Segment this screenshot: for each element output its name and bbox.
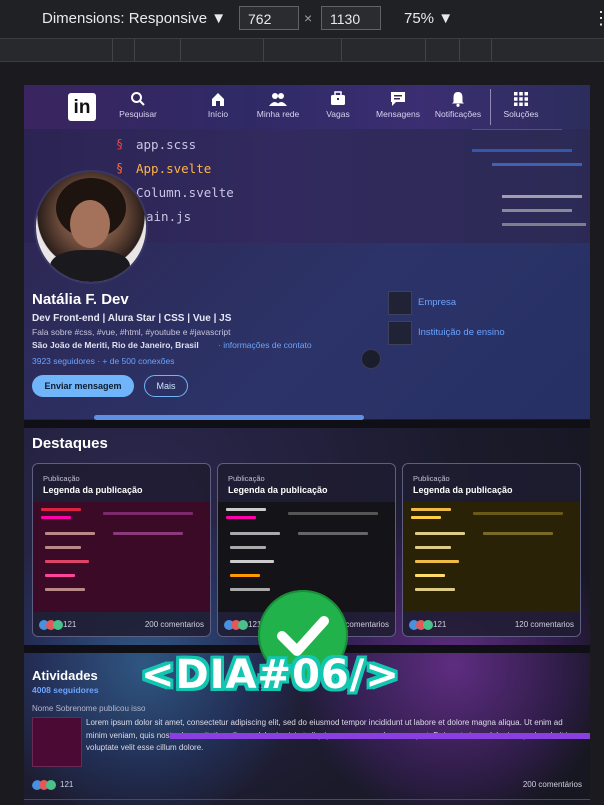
section-divider <box>24 799 590 800</box>
profile-location: São João de Meriti, Rio de Janeiro, Bras… <box>32 340 199 350</box>
sass-file-icon: § <box>116 137 124 151</box>
grid-icon <box>514 92 528 106</box>
width-input[interactable]: 762 <box>239 6 299 30</box>
accent-bar <box>170 733 590 739</box>
reaction-count: 121 <box>433 620 447 629</box>
comment-count[interactable]: 200 comentários <box>523 780 582 789</box>
status-dot <box>361 349 381 369</box>
linkedin-logo[interactable]: in <box>68 93 96 121</box>
school-link[interactable]: Instituição de ensino <box>388 321 528 345</box>
profile-headline: Dev Front-end | Alura Star | CSS | Vue |… <box>32 313 232 324</box>
school-logo <box>388 321 412 345</box>
nav-item-messages[interactable]: Mensagens <box>368 91 428 119</box>
nav-item-label: Mensagens <box>376 109 420 119</box>
zoom-dropdown[interactable]: 75% ▼ <box>404 10 453 27</box>
height-input[interactable]: 1130 <box>321 6 381 30</box>
comment-count[interactable]: 200 comentarios <box>145 620 204 629</box>
card-caption: Legenda da publicação <box>43 485 143 495</box>
nav-item-notifications[interactable]: Notificações <box>428 91 488 119</box>
activities-followers[interactable]: 4008 seguidores <box>32 685 99 695</box>
more-button[interactable]: Mais <box>144 375 188 397</box>
cover-file-name: App.svelte <box>136 161 212 176</box>
highlight-card[interactable]: Publicação Legenda da publicação 121 120… <box>402 463 581 637</box>
svelte-file-icon: § <box>116 161 124 175</box>
devtools-toolbar: Dimensions: Responsive ▼ 762 × 1130 75% … <box>0 0 604 38</box>
reactions-icon <box>32 780 62 792</box>
briefcase-icon <box>331 91 345 105</box>
top-navigation: in Pesquisar Início Minha rede Vagas Men… <box>24 85 590 129</box>
nav-item-search[interactable]: Pesquisar <box>108 91 168 119</box>
nav-item-label: Soluções <box>503 109 539 119</box>
activity-thumbnail[interactable] <box>32 717 82 767</box>
nav-item-home[interactable]: Início <box>188 91 248 119</box>
day-badge-text: <DIA#06/> <box>141 652 400 698</box>
contact-info-link[interactable]: · informações de contato <box>218 340 312 350</box>
highlights-title: Destaques <box>32 435 108 452</box>
card-image <box>33 502 210 612</box>
times-separator: × <box>304 10 313 26</box>
send-message-button[interactable]: Enviar mensagem <box>32 375 134 397</box>
reaction-count: 121 <box>63 620 77 629</box>
highlight-card[interactable]: Publicação Legenda da publicação 121 200… <box>32 463 211 637</box>
activity-author-line: Nome Sobrenome publicou isso <box>32 704 146 713</box>
company-label: Empresa <box>418 297 457 308</box>
cover-file-name: ain.js <box>146 209 192 224</box>
card-type: Publicação <box>43 474 80 483</box>
nav-item-label: Notificações <box>434 109 482 119</box>
kebab-menu-icon[interactable]: ⋮ <box>592 8 604 29</box>
nav-item-label: Início <box>207 109 229 119</box>
comment-count[interactable]: 120 comentarios <box>515 620 574 629</box>
cover-file-name: Column.svelte <box>136 185 234 200</box>
school-label: Instituição de ensino <box>418 327 505 338</box>
followers-link[interactable]: 3923 seguidores · + de 500 conexões <box>32 356 174 366</box>
nav-item-solutions[interactable]: Soluções <box>491 91 551 119</box>
card-caption: Legenda da publicação <box>228 485 328 495</box>
nav-item-label: Pesquisar <box>119 109 157 119</box>
network-icon <box>269 93 287 106</box>
cover-file-name: app.scss <box>136 137 197 152</box>
message-icon <box>391 92 405 106</box>
home-icon <box>212 93 224 106</box>
card-caption: Legenda da publicação <box>413 485 513 495</box>
section-divider <box>24 420 590 428</box>
search-icon <box>131 92 145 106</box>
avatar[interactable] <box>34 170 148 284</box>
card-type: Publicação <box>413 474 450 483</box>
card-image <box>403 502 580 612</box>
cover-code-lines <box>472 125 590 243</box>
profile-about: Fala sobre #css, #vue, #html, #youtube e… <box>32 327 231 337</box>
profile-name: Natália F. Dev <box>32 291 129 308</box>
media-query-ruler <box>0 38 604 62</box>
activities-title: Atividades <box>32 668 98 683</box>
company-link[interactable]: Empresa <box>388 291 528 315</box>
nav-item-label: Minha rede <box>256 109 300 119</box>
dimensions-dropdown[interactable]: Dimensions: Responsive ▼ <box>42 10 226 27</box>
company-logo <box>388 291 412 315</box>
card-type: Publicação <box>228 474 265 483</box>
nav-item-label: Vagas <box>326 109 350 119</box>
nav-item-jobs[interactable]: Vagas <box>308 91 368 119</box>
nav-item-network[interactable]: Minha rede <box>248 91 308 119</box>
reaction-count: 121 <box>60 780 74 789</box>
bell-icon <box>452 92 464 107</box>
